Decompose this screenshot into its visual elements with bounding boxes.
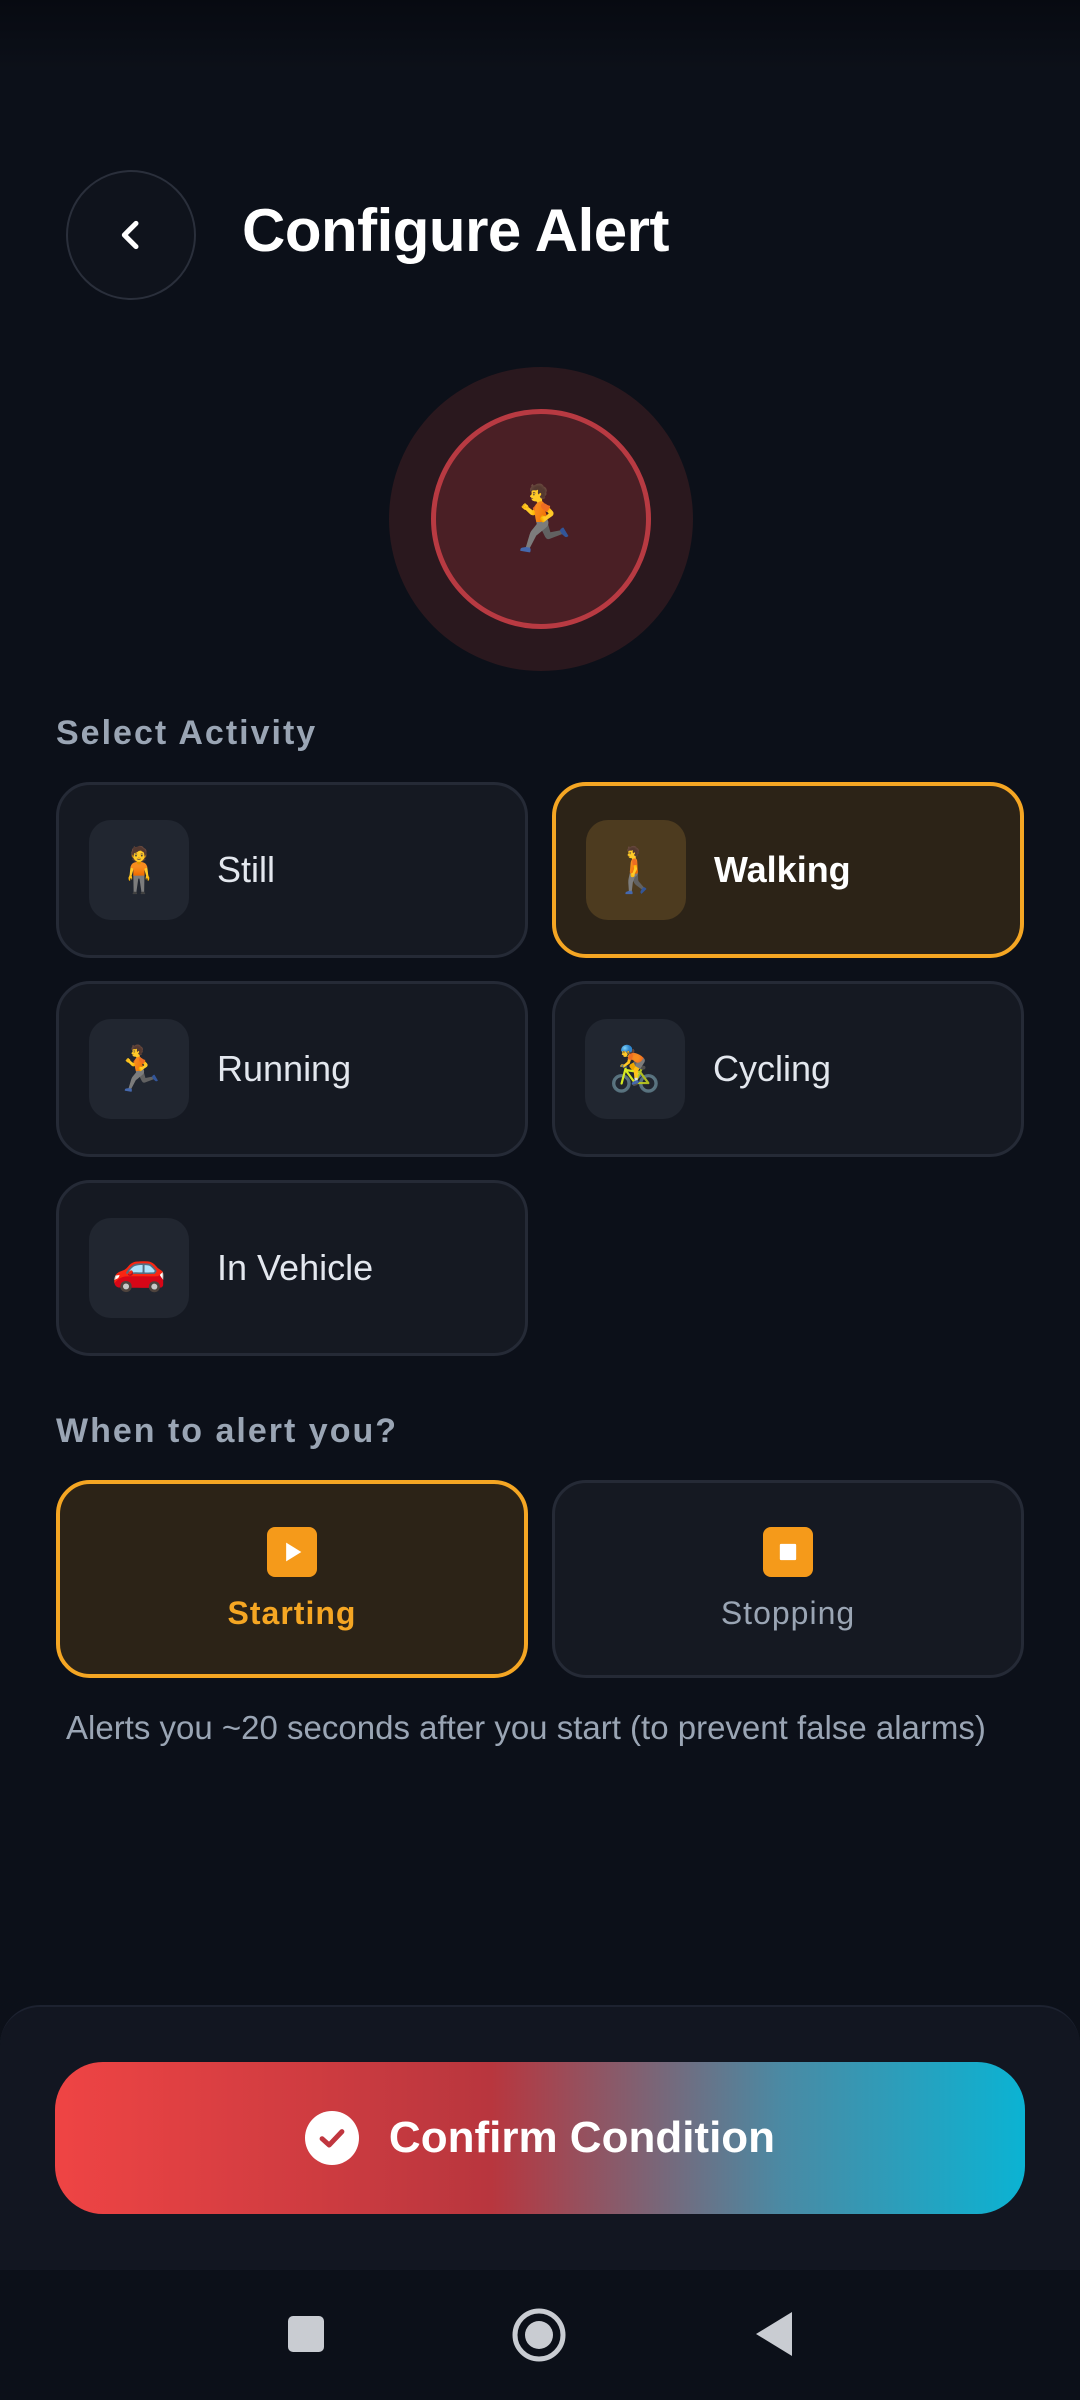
system-navigation-bar bbox=[0, 2270, 1080, 2400]
trigger-starting[interactable]: Starting bbox=[56, 1480, 528, 1678]
activity-hero-ring: 🏃 bbox=[389, 367, 693, 671]
configure-alert-screen: Configure Alert 🏃 Select Activity 🧍 Stil… bbox=[0, 0, 1080, 2400]
status-bar bbox=[0, 0, 1080, 70]
square-icon bbox=[288, 2316, 324, 2352]
walking-person-icon: 🚶 bbox=[586, 820, 686, 920]
trigger-helper-text: Alerts you ~20 seconds after you start (… bbox=[66, 1709, 986, 1746]
back-button[interactable] bbox=[66, 170, 196, 300]
check-circle-icon bbox=[304, 2111, 359, 2165]
car-icon: 🚗 bbox=[89, 1218, 189, 1318]
activity-label-in-vehicle: In Vehicle bbox=[217, 1247, 374, 1288]
running-person-icon: 🏃 bbox=[89, 1019, 189, 1119]
activity-card-still[interactable]: 🧍 Still bbox=[56, 782, 528, 958]
trigger-label-stopping: Stopping bbox=[720, 1594, 856, 1631]
select-activity-label: Select Activity bbox=[56, 714, 318, 752]
standing-person-icon: 🧍 bbox=[89, 820, 189, 920]
confirm-condition-label: Confirm Condition bbox=[388, 2113, 776, 2162]
home-button[interactable] bbox=[510, 2306, 568, 2369]
stop-icon bbox=[763, 1526, 813, 1577]
play-icon bbox=[267, 1526, 317, 1577]
activity-hero-circle: 🏃 bbox=[431, 409, 651, 629]
trigger-label-starting: Starting bbox=[227, 1594, 357, 1631]
when-to-alert-label: When to alert you? bbox=[56, 1412, 398, 1450]
running-person-icon: 🏃 bbox=[501, 482, 581, 555]
back-nav-button[interactable] bbox=[752, 2310, 794, 2363]
activity-card-walking[interactable]: 🚶 Walking bbox=[552, 782, 1024, 958]
cyclist-icon: 🚴 bbox=[585, 1019, 685, 1119]
home-circle-icon bbox=[512, 2308, 566, 2362]
triangle-back-icon bbox=[756, 2312, 792, 2356]
activity-label-walking: Walking bbox=[714, 849, 851, 890]
activity-label-running: Running bbox=[217, 1048, 352, 1089]
activity-card-in-vehicle[interactable]: 🚗 In Vehicle bbox=[56, 1180, 528, 1356]
trigger-stopping[interactable]: Stopping bbox=[552, 1480, 1024, 1678]
recent-apps-button[interactable] bbox=[286, 2314, 326, 2359]
activity-label-cycling: Cycling bbox=[713, 1048, 832, 1089]
page-title: Configure Alert bbox=[242, 197, 669, 264]
activity-card-running[interactable]: 🏃 Running bbox=[56, 981, 528, 1157]
chevron-left-icon bbox=[121, 220, 139, 250]
activity-label-still: Still bbox=[217, 849, 276, 890]
confirm-condition-button[interactable]: Confirm Condition bbox=[55, 2062, 1025, 2214]
activity-card-cycling[interactable]: 🚴 Cycling bbox=[552, 981, 1024, 1157]
